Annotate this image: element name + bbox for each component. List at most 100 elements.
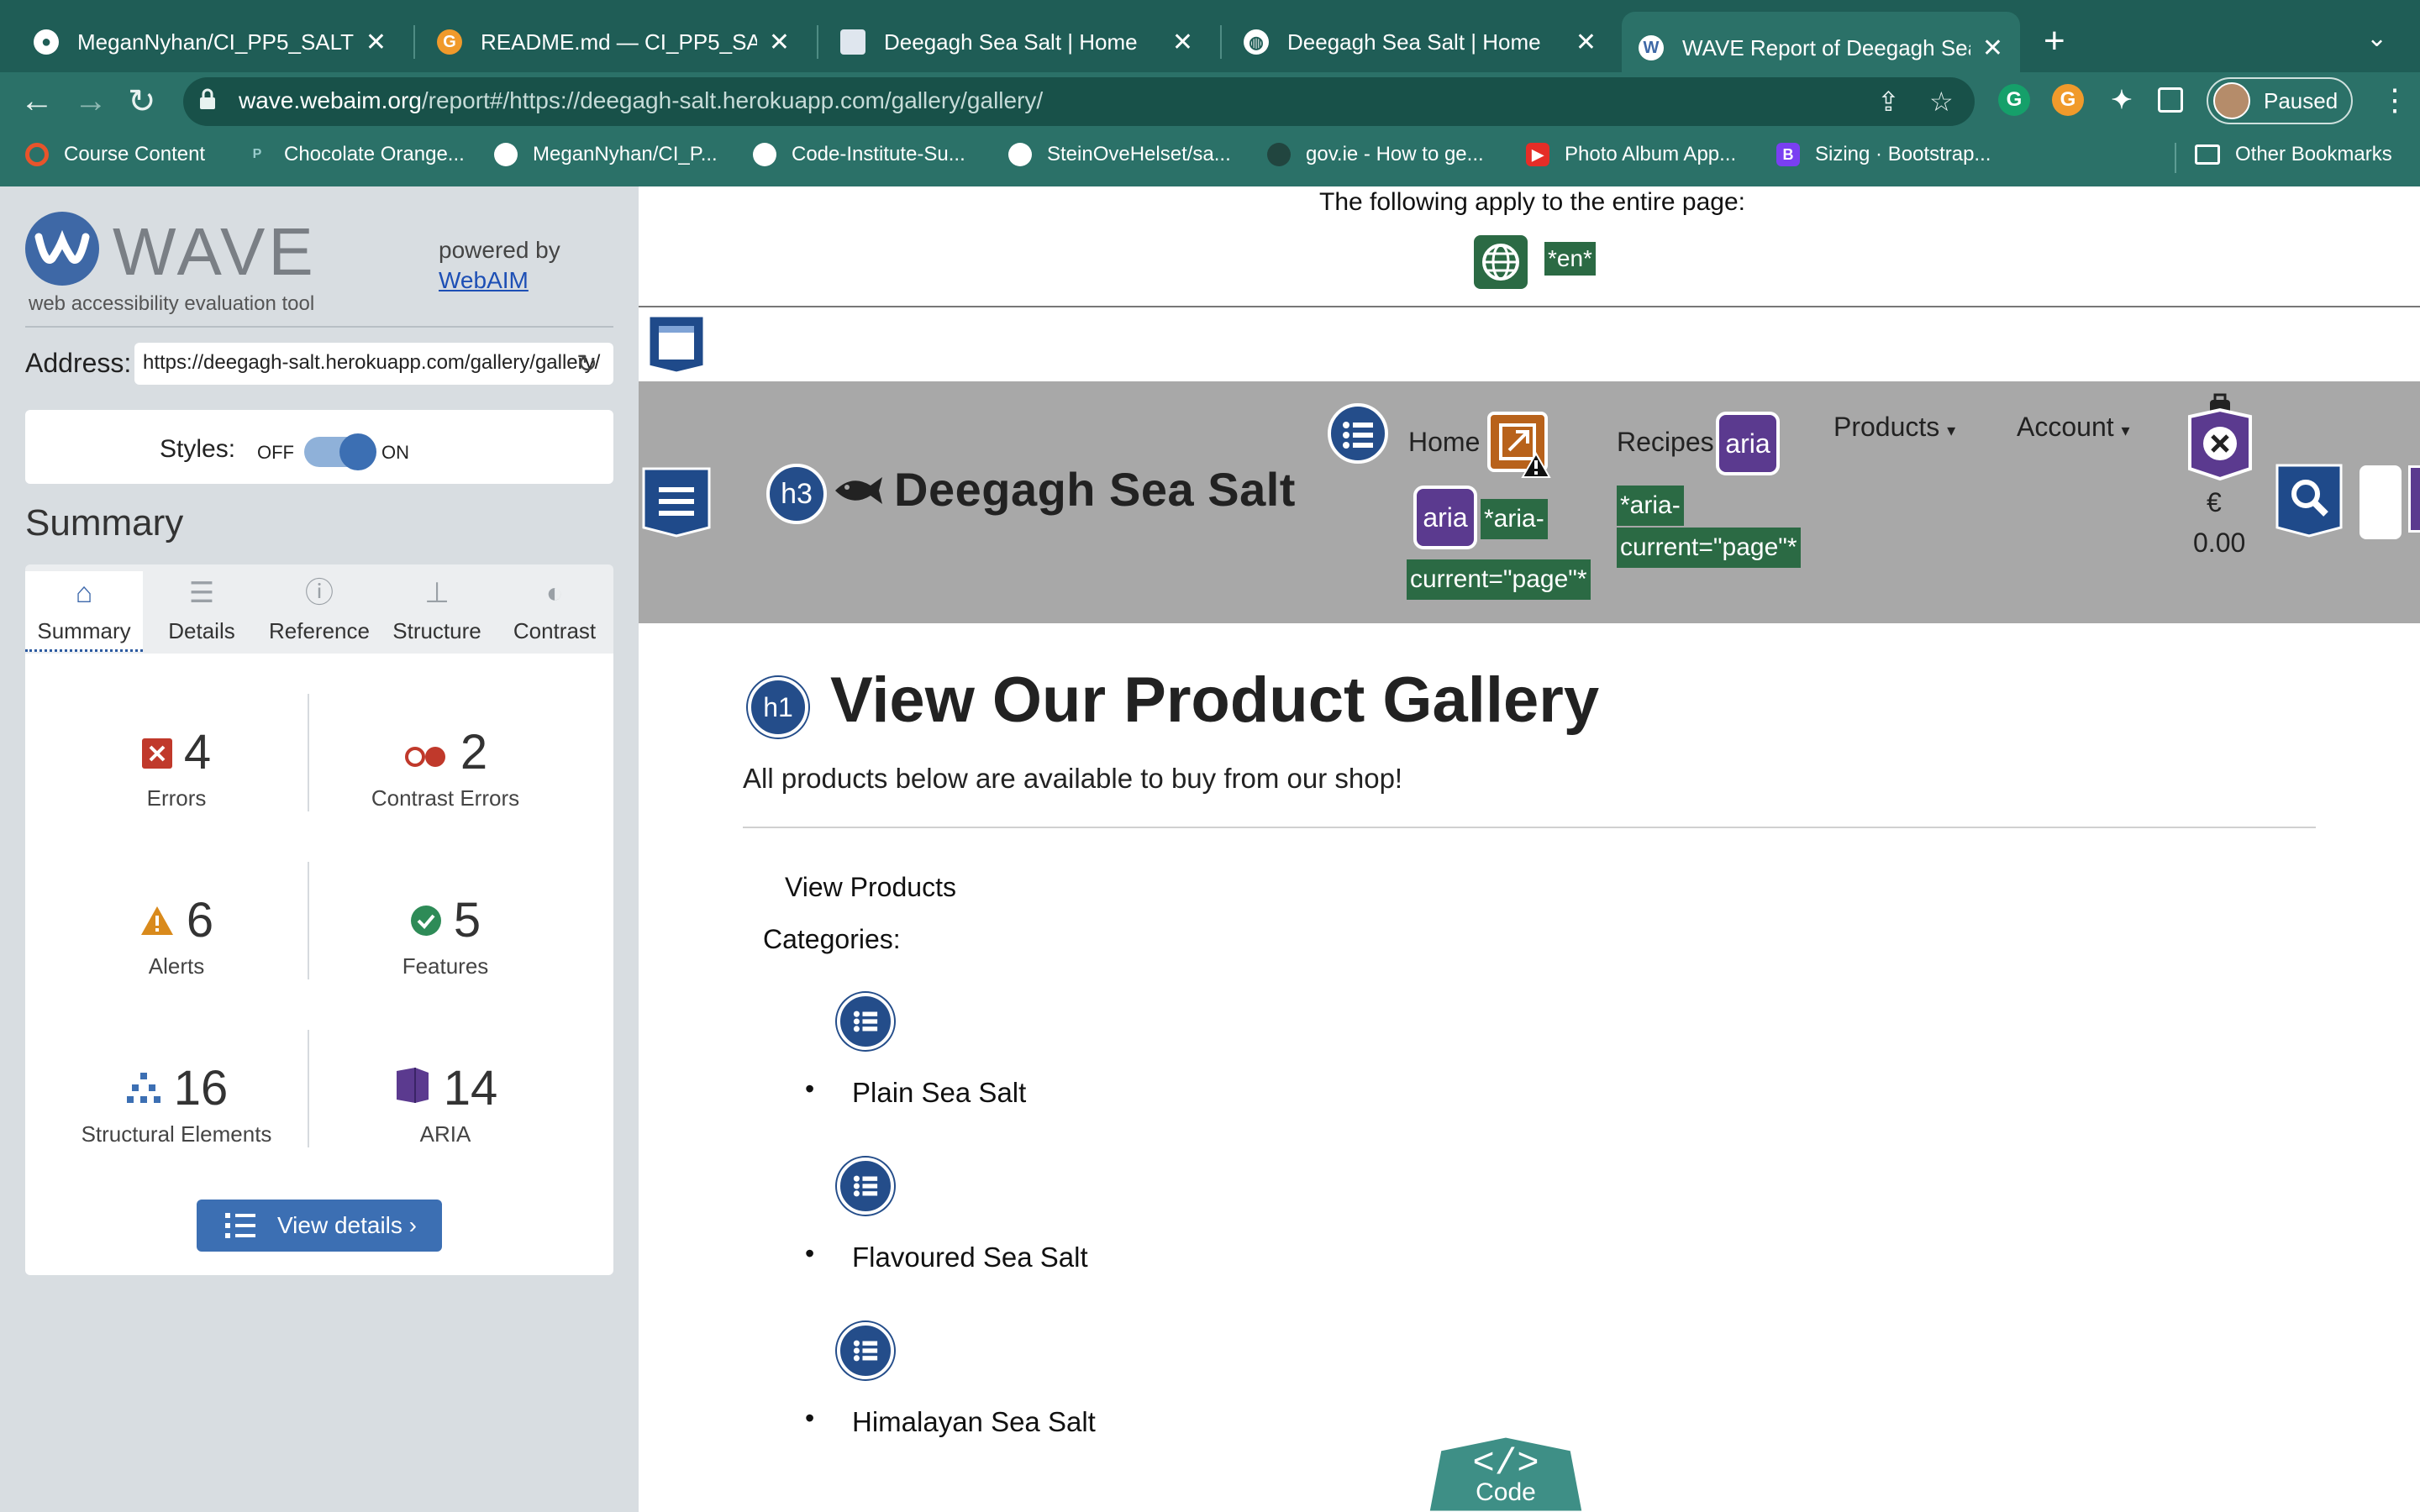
grammarly-icon[interactable]: G: [1998, 84, 2030, 116]
bookmark-item[interactable]: P Chocolate Orange...: [245, 143, 465, 166]
bookmark-item[interactable]: Course Content: [25, 143, 205, 166]
tab-label: Summary: [37, 618, 131, 643]
bag-total[interactable]: 0.00: [2193, 528, 2245, 559]
nav-account-label: Account: [2017, 412, 2114, 442]
nav-account-dropdown[interactable]: Account ▾: [2017, 412, 2130, 443]
bookmark-item[interactable]: ▶ Photo Album App...: [1526, 143, 1736, 166]
features-stat[interactable]: 5 Features: [311, 892, 580, 979]
view-products-link[interactable]: View Products: [785, 872, 956, 903]
features-count: 5: [453, 893, 481, 948]
browser-tab-github[interactable]: ● MeganNyhan/CI_PP5_SALT ✕: [17, 12, 403, 72]
search-icon[interactable]: [2275, 464, 2343, 538]
header-region-icon[interactable]: [647, 314, 706, 375]
browser-tab-deegagh-2[interactable]: ◍ Deegagh Sea Salt | Home ✕: [1227, 12, 1613, 72]
youtube-icon: ▶: [1526, 143, 1549, 166]
aria-hidden-bag-icon[interactable]: [2185, 391, 2255, 482]
bookmark-item[interactable]: B Sizing · Bootstrap...: [1776, 143, 1991, 166]
navigation-region-icon[interactable]: [642, 467, 711, 538]
list-structure-icon[interactable]: [1326, 402, 1390, 465]
tab-reference[interactable]: ⓘ Reference: [260, 571, 378, 652]
page-title: View Our Product Gallery: [830, 664, 1600, 736]
view-details-label: View details ›: [277, 1212, 418, 1238]
nav-home-link[interactable]: Home: [1408, 427, 1480, 458]
url-path: /report#/https://deegagh-salt.herokuapp.…: [421, 87, 1044, 113]
errors-stat[interactable]: 4 Errors: [42, 724, 311, 811]
contrast-icon: ◐: [545, 577, 564, 609]
styles-toggle-knob[interactable]: [339, 433, 376, 470]
close-icon[interactable]: ✕: [366, 28, 387, 57]
tab-label: Reference: [269, 618, 370, 643]
gitpod-extension-icon[interactable]: G: [2052, 84, 2084, 116]
side-panel-icon[interactable]: [2158, 87, 2183, 113]
avatar: [2213, 82, 2250, 119]
nav-products-dropdown[interactable]: Products ▾: [1833, 412, 1955, 443]
puzzle-icon[interactable]: ✦: [2106, 84, 2138, 116]
bookmark-label: Photo Album App...: [1565, 143, 1737, 165]
structural-stat[interactable]: 16 Structural Elements: [42, 1060, 311, 1147]
more-menu-icon[interactable]: ⋮: [2380, 82, 2410, 118]
webaim-link[interactable]: WebAIM: [439, 267, 529, 294]
forward-arrow-icon[interactable]: →: [74, 82, 108, 120]
tab-structure[interactable]: ⊥ Structure: [378, 571, 496, 652]
category-link[interactable]: Flavoured Sea Salt: [852, 1242, 1088, 1273]
tab-details[interactable]: ☰ Details: [143, 571, 260, 652]
view-details-button[interactable]: View details ›: [197, 1200, 442, 1252]
divider: [25, 326, 613, 328]
bookmark-item[interactable]: Code-Institute-Su...: [753, 143, 965, 166]
alerts-label: Alerts: [148, 953, 205, 979]
category-link[interactable]: Plain Sea Salt: [852, 1077, 1026, 1109]
address-input[interactable]: https://deegagh-salt.herokuapp.com/galle…: [134, 343, 613, 385]
tab-divider: [817, 25, 818, 59]
new-tab-icon[interactable]: +: [2044, 20, 2065, 62]
list-icon: ☰: [188, 577, 215, 609]
tab-contrast[interactable]: ◐ Contrast: [496, 571, 613, 652]
aria-badge-icon[interactable]: aria: [1413, 486, 1477, 549]
other-bookmarks[interactable]: Other Bookmarks: [2195, 143, 2392, 166]
tab-search-chevron-icon[interactable]: ⌄: [2366, 24, 2387, 53]
close-icon[interactable]: ✕: [769, 28, 790, 57]
bookmark-label: Course Content: [64, 143, 206, 165]
site-brand[interactable]: Deegagh Sea Salt: [894, 462, 1296, 517]
browser-tab-deegagh-1[interactable]: Deegagh Sea Salt | Home ✕: [823, 12, 1210, 72]
nav-recipes-link[interactable]: Recipes: [1617, 427, 1714, 458]
fish-logo-icon: [835, 477, 882, 504]
bookmark-item[interactable]: gov.ie - How to ge...: [1267, 143, 1484, 166]
contrast-stat[interactable]: 2 Contrast Errors: [311, 724, 580, 811]
tab-summary[interactable]: ⌂ Summary: [25, 571, 143, 652]
browser-tab-readme[interactable]: G README.md — CI_PP5_SALT – ✕: [420, 12, 807, 72]
h1-badge-icon[interactable]: h1: [748, 677, 808, 738]
styles-on-label: ON: [381, 442, 409, 463]
list-structure-icon[interactable]: [837, 1158, 894, 1215]
profile-button[interactable]: Paused: [2207, 77, 2353, 124]
close-icon[interactable]: ✕: [1576, 28, 1597, 57]
url-host: wave.webaim.org: [239, 87, 422, 113]
redundant-link-alert-icon[interactable]: [1487, 412, 1551, 479]
bookmark-label: SteinOveHelset/sa...: [1047, 143, 1231, 165]
aria-badge-icon[interactable]: aria: [1716, 412, 1780, 475]
bookmark-item[interactable]: SteinOveHelset/sa...: [1008, 143, 1231, 166]
list-structure-icon[interactable]: [837, 1322, 894, 1379]
aria-badge-icon[interactable]: [2408, 465, 2420, 533]
refresh-icon[interactable]: ↻: [576, 349, 597, 379]
aria-stat[interactable]: 14 ARIA: [311, 1060, 580, 1147]
search-toggle-button[interactable]: [2360, 465, 2402, 539]
language-globe-icon[interactable]: [1474, 235, 1528, 289]
bootstrap-icon: B: [1776, 143, 1800, 166]
reload-icon[interactable]: ↻: [128, 82, 156, 121]
bookmark-item[interactable]: MeganNyhan/CI_P...: [494, 143, 718, 166]
category-link[interactable]: Himalayan Sea Salt: [852, 1406, 1096, 1438]
tab-title: WAVE Report of Deegagh Sea S: [1682, 34, 1970, 60]
lock-icon[interactable]: [198, 87, 217, 111]
close-icon[interactable]: ✕: [1982, 34, 2003, 63]
close-icon[interactable]: ✕: [1172, 28, 1193, 57]
tab-divider: [413, 25, 415, 59]
share-icon[interactable]: ⇪: [1877, 86, 1900, 118]
star-icon[interactable]: ☆: [1929, 86, 1954, 118]
back-arrow-icon[interactable]: ←: [20, 82, 54, 120]
list-structure-icon[interactable]: [837, 993, 894, 1050]
url-text[interactable]: wave.webaim.org/report#/https://deegagh-…: [239, 87, 1043, 114]
alerts-stat[interactable]: 6 Alerts: [42, 892, 311, 979]
h3-badge-icon[interactable]: h3: [766, 464, 827, 524]
bookmark-label: gov.ie - How to ge...: [1306, 143, 1484, 165]
github-icon: [753, 143, 776, 166]
